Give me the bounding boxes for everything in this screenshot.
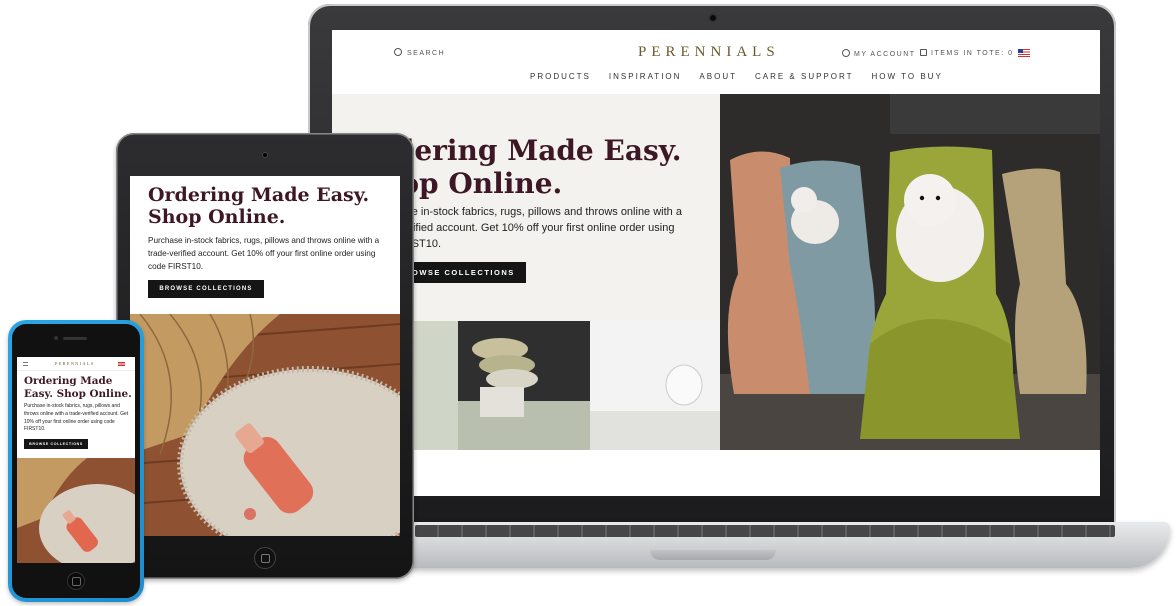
site-header: SEARCH PERENNIALS MY ACCOUNT ITEMS IN TO… — [332, 30, 1100, 94]
tote-link[interactable]: ITEMS IN TOTE: 0 — [920, 49, 1013, 57]
tablet-hero-body: Purchase in-stock fabrics, rugs, pillows… — [148, 236, 380, 271]
us-flag-icon[interactable] — [1018, 49, 1030, 57]
tablet-screen: Ordering Made Easy. Shop Online. Purchas… — [130, 176, 400, 536]
device-mockup-stage: SEARCH PERENNIALS MY ACCOUNT ITEMS IN TO… — [0, 0, 1176, 606]
tablet-browse-collections-button[interactable]: BROWSE COLLECTIONS — [148, 280, 264, 298]
phone-home-button[interactable] — [67, 572, 85, 590]
my-account-link[interactable]: MY ACCOUNT — [842, 49, 916, 58]
hero-image-chairs — [720, 94, 1100, 450]
phone-brand-logo[interactable]: PERENNIALS — [55, 361, 95, 366]
tablet-hero-image — [130, 314, 400, 536]
tablet-hero-title: Ordering Made Easy. Shop Online. — [148, 184, 370, 228]
nav-inspiration[interactable]: INSPIRATION — [609, 72, 682, 81]
laptop-camera-icon — [708, 13, 718, 23]
phone-menu-icon[interactable] — [23, 362, 28, 366]
phone-browse-collections-button[interactable]: BROWSE COLLECTIONS — [24, 439, 88, 449]
phone-hero-body: Purchase in-stock fabrics, rugs, pillows… — [24, 403, 129, 433]
nav-about[interactable]: ABOUT — [699, 72, 737, 81]
phone-header: PERENNIALS — [17, 357, 135, 371]
phone-camera-icon — [54, 336, 58, 340]
chairs-illustration — [720, 94, 1100, 450]
laptop-trackpad-notch — [650, 550, 776, 560]
page-bottom — [332, 450, 1100, 496]
search-link[interactable]: SEARCH — [394, 48, 445, 57]
tablet-patio-illustration — [130, 314, 400, 536]
phone-speaker — [63, 337, 87, 340]
laptop-screen: SEARCH PERENNIALS MY ACCOUNT ITEMS IN TO… — [332, 30, 1100, 496]
tablet-home-button[interactable] — [254, 547, 276, 569]
search-icon — [394, 48, 402, 56]
phone-patio-illustration — [17, 458, 135, 563]
nav-products[interactable]: PRODUCTS — [530, 72, 591, 81]
phone-hero-title: Ordering Made Easy. Shop Online. — [24, 375, 132, 400]
laptop-keyboard — [415, 525, 1115, 537]
phone-hero-image — [17, 458, 135, 563]
phone-screen: PERENNIALS Ordering Made Easy. Shop Onli… — [17, 357, 135, 563]
tablet-camera-icon — [262, 152, 268, 158]
phone-flag-icon[interactable] — [118, 362, 125, 366]
hero-body: hase in-stock fabrics, rugs, pillows and… — [394, 206, 682, 250]
nav-how-to-buy[interactable]: HOW TO BUY — [872, 72, 943, 81]
nav-care-support[interactable]: CARE & SUPPORT — [755, 72, 854, 81]
hero-title: rdering Made Easy. hop Online. — [380, 134, 682, 200]
brand-logo[interactable]: PERENNIALS — [638, 44, 780, 61]
tote-icon — [920, 49, 927, 56]
main-nav: PRODUCTS INSPIRATION ABOUT CARE & SUPPOR… — [530, 72, 943, 81]
account-icon — [842, 49, 850, 57]
